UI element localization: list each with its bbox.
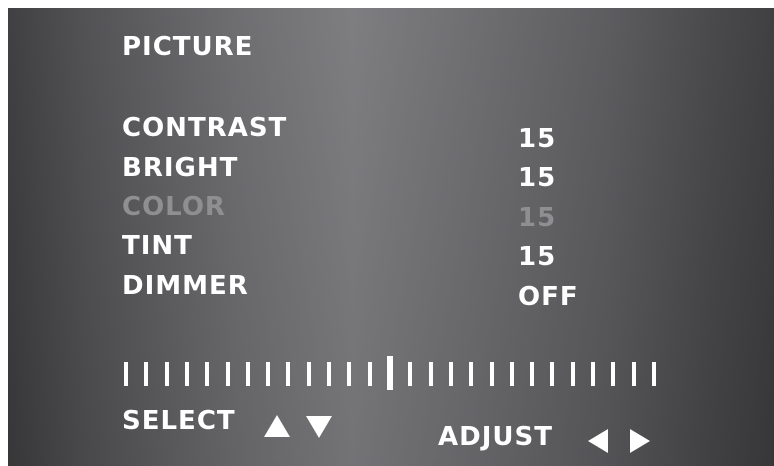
scale-tick [144, 362, 148, 386]
scale-tick [266, 362, 270, 386]
scale-tick [226, 362, 230, 386]
scale-tick [205, 362, 209, 386]
triangle-down-icon[interactable] [306, 416, 332, 438]
triangle-left-icon[interactable] [588, 429, 608, 453]
bright-value: 15 [518, 163, 557, 193]
menu-item-dimmer[interactable]: DIMMER [122, 271, 249, 301]
scale-tick [550, 362, 554, 386]
menu-item-color: COLOR [122, 192, 226, 222]
scale-tick [327, 362, 331, 386]
scale-tick [307, 362, 311, 386]
scale-tick [165, 362, 169, 386]
scale-tick [530, 362, 534, 386]
scale-tick [347, 362, 351, 386]
adjust-label: ADJUST [438, 422, 553, 452]
scale-center-tick [387, 356, 393, 390]
triangle-right-icon[interactable] [630, 429, 650, 453]
scale-tick [611, 362, 615, 386]
scale-tick [368, 362, 372, 386]
scale-tick [469, 362, 473, 386]
menu-item-bright[interactable]: BRIGHT [122, 153, 238, 183]
tint-value: 15 [518, 242, 557, 272]
scale-tick [185, 362, 189, 386]
scale-tick [124, 362, 128, 386]
adjustment-scale[interactable] [124, 356, 656, 390]
scale-tick [408, 362, 412, 386]
scale-tick [429, 362, 433, 386]
scale-tick [246, 362, 250, 386]
dimmer-value: OFF [518, 282, 579, 312]
menu-item-contrast[interactable]: CONTRAST [122, 113, 287, 143]
triangle-up-icon[interactable] [264, 415, 290, 437]
scale-tick [490, 362, 494, 386]
scale-tick [449, 362, 453, 386]
scale-tick [571, 362, 575, 386]
menu-title: PICTURE [122, 32, 254, 62]
color-value: 15 [518, 203, 557, 233]
scale-tick [632, 362, 636, 386]
select-label: SELECT [122, 406, 236, 436]
scale-tick [510, 362, 514, 386]
osd-screen: PICTURE CONTRAST BRIGHT COLOR TINT DIMME… [8, 8, 774, 466]
contrast-value: 15 [518, 124, 557, 154]
scale-tick [286, 362, 290, 386]
scale-tick [652, 362, 656, 386]
menu-item-tint[interactable]: TINT [122, 231, 193, 261]
scale-tick [591, 362, 595, 386]
